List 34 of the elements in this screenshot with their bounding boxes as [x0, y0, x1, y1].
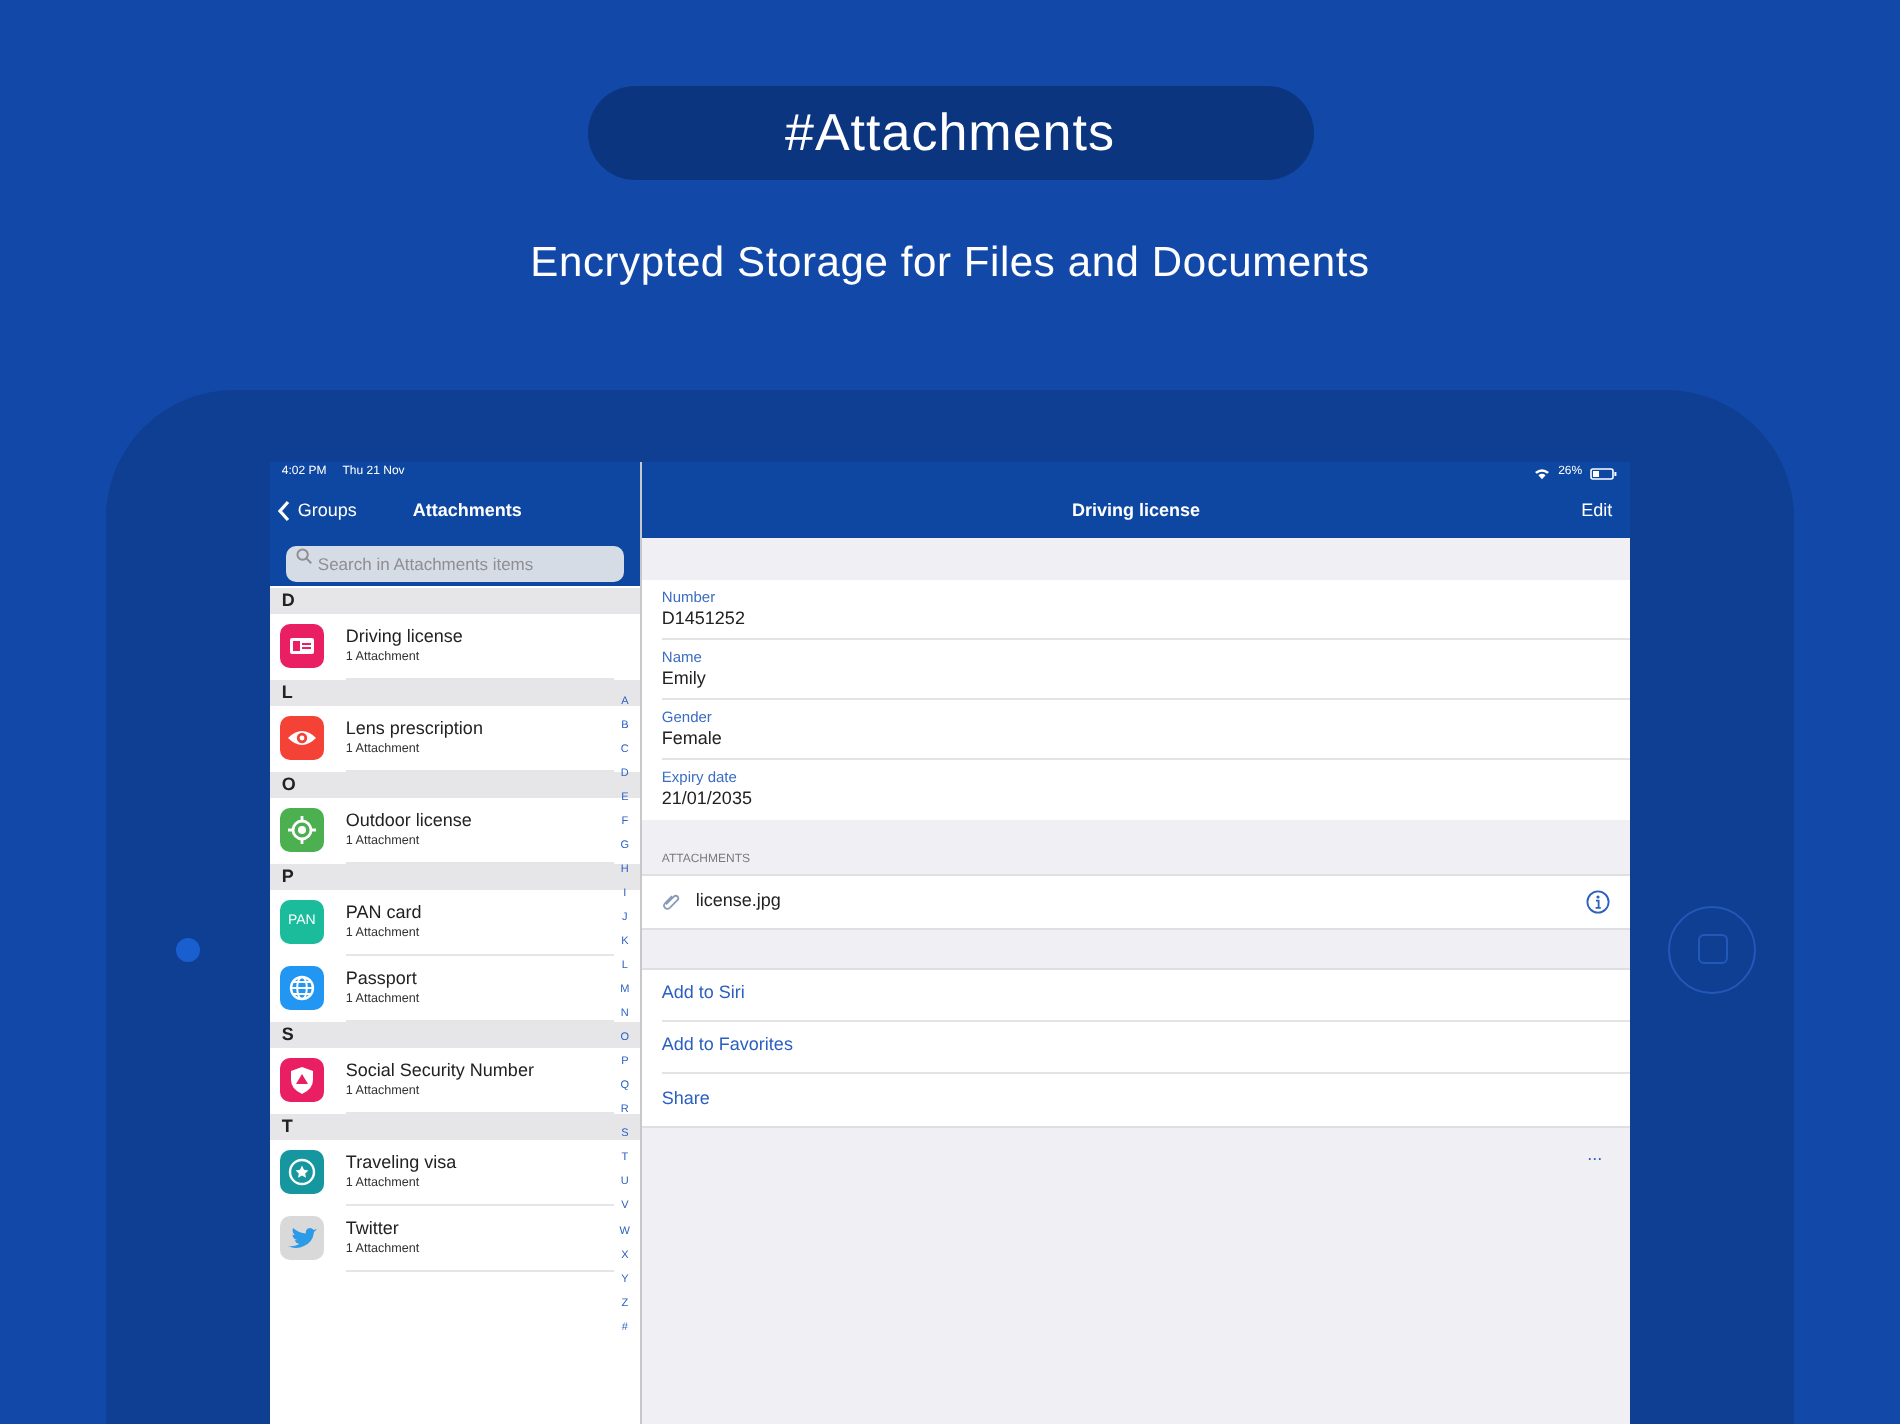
section-header: D	[269, 587, 640, 613]
banner-subtitle: Encrypted Storage for Files and Documents	[528, 238, 1372, 290]
item-title: PAN card	[345, 901, 424, 923]
chevron-left-icon	[277, 500, 290, 522]
field-value: 21/01/2035	[661, 785, 754, 809]
search-icon	[295, 547, 312, 563]
attachment-name: license.jpg	[695, 887, 783, 914]
item-title: Outdoor license	[345, 809, 474, 831]
field-value: Female	[661, 725, 724, 749]
edit-button[interactable]: Edit	[1581, 497, 1613, 525]
detail-title: Driving license	[1071, 497, 1201, 524]
sidebar-title: Attachments	[412, 497, 522, 524]
action-link[interactable]: Share	[661, 1073, 1631, 1125]
action-link[interactable]: Add to Favorites	[661, 1021, 1631, 1073]
hashtag-banner: #Attachments	[587, 86, 1313, 180]
item-title: Social Security Number	[345, 1059, 536, 1081]
item-title: Twitter	[345, 1217, 401, 1239]
item-title: Driving license	[345, 625, 465, 647]
wifi-icon	[1534, 467, 1551, 479]
field-value: D1451252	[661, 605, 747, 629]
attachment-row[interactable]: license.jpg	[641, 873, 1631, 929]
item-title: Lens prescription	[345, 717, 485, 739]
action-link[interactable]: Add to Siri	[661, 969, 1631, 1021]
more-button[interactable]: ...	[1587, 1127, 1631, 1163]
item-title: Traveling visa	[345, 1151, 459, 1173]
home-button[interactable]	[1668, 905, 1757, 993]
item-title: Passport	[345, 967, 419, 989]
paperclip-icon	[661, 892, 680, 910]
search-field[interactable]: Search in Attachments items	[285, 545, 624, 581]
battery-icon	[1590, 467, 1619, 479]
field-value: Emily	[661, 665, 708, 689]
camera-dot	[175, 937, 200, 961]
info-icon	[1586, 889, 1611, 913]
back-button[interactable]: Groups	[277, 497, 357, 525]
